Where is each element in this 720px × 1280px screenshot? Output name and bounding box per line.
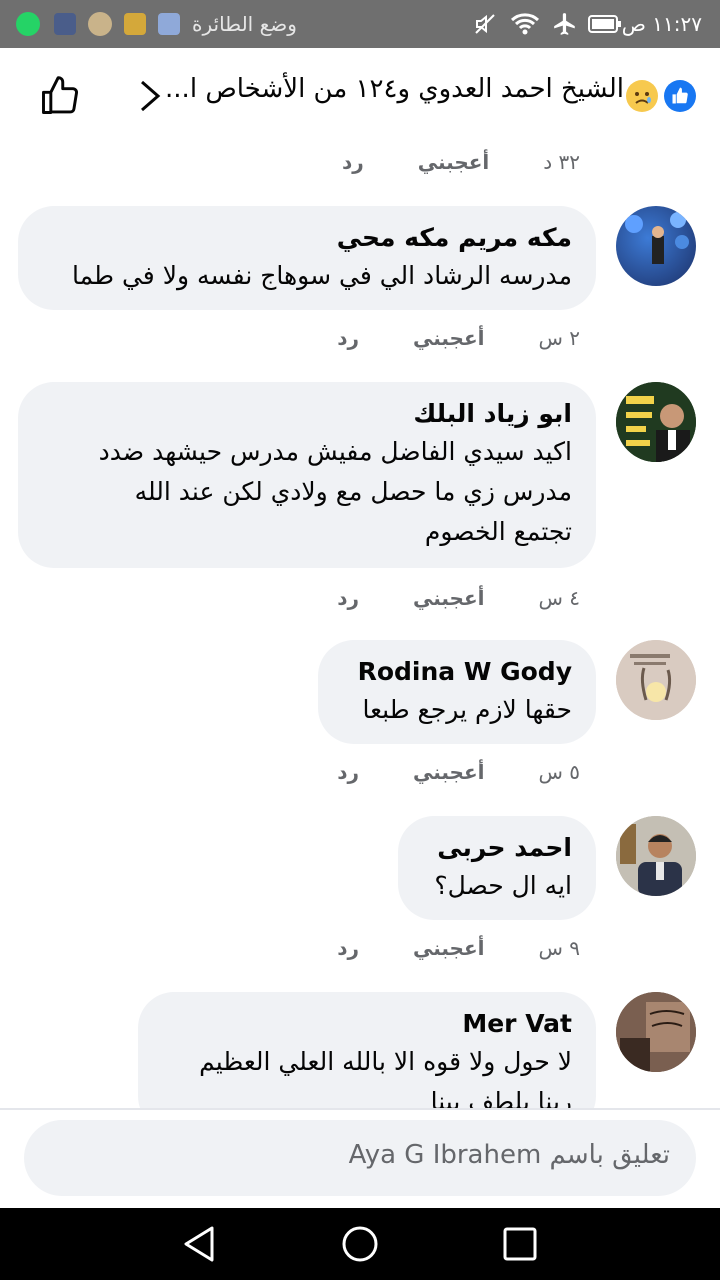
- reply-button[interactable]: رد: [337, 326, 359, 350]
- navigation-bar: [0, 1208, 720, 1280]
- status-right: ١١:٢٧ ص: [462, 0, 720, 48]
- comment-meta: ٩ س أعجبني رد: [337, 936, 580, 960]
- airplane-icon: [548, 7, 582, 41]
- comment-author[interactable]: Mer Vat: [162, 1006, 572, 1042]
- avatar[interactable]: [616, 382, 696, 462]
- comment-author[interactable]: Rodina W Gody: [342, 654, 572, 690]
- like-reaction-icon: [664, 80, 696, 112]
- svg-text:15: 15: [616, 253, 620, 278]
- avatar[interactable]: [616, 816, 696, 896]
- mute-icon: [468, 7, 502, 41]
- comment-bubble[interactable]: ابو زياد البلك اكيد سيدي الفاضل مفيش مدر…: [18, 382, 596, 568]
- contact-icon: [88, 12, 112, 36]
- comment-author[interactable]: ابو زياد البلك: [42, 396, 572, 432]
- reply-button[interactable]: رد: [342, 150, 364, 174]
- like-button[interactable]: أعجبني: [418, 150, 490, 174]
- like-button[interactable]: أعجبني: [413, 936, 485, 960]
- comment-text: حقها لازم يرجع طبعا: [362, 695, 572, 724]
- avatar[interactable]: 15: [616, 206, 696, 286]
- chevron-right-icon[interactable]: [136, 78, 164, 114]
- message-icon: [124, 13, 146, 35]
- comment-input-placeholder: تعليق باسم Aya G Ibrahem: [348, 1140, 670, 1170]
- comment-bubble[interactable]: احمد حربى ايه ال حصل؟: [398, 816, 596, 920]
- home-circle-icon[interactable]: [340, 1224, 380, 1264]
- comment-input[interactable]: تعليق باسم Aya G Ibrahem: [24, 1120, 696, 1196]
- like-button[interactable]: أعجبني: [413, 760, 485, 784]
- comment-text: لا حول ولا قوه الا بالله العلي العظيم: [199, 1047, 572, 1076]
- comment-text: مدرسه الرشاد الي في سوهاج نفسه ولا في طم…: [72, 261, 572, 290]
- comment-time: ٩ س: [538, 936, 580, 960]
- comment-bubble[interactable]: Rodina W Gody حقها لازم يرجع طبعا: [318, 640, 596, 744]
- divider: [0, 1108, 720, 1110]
- comment-text: مدرس زي ما حصل مع ولادي لكن عند الله: [134, 477, 572, 506]
- sad-reaction-icon: [626, 80, 658, 112]
- comment-item: ابو زياد البلك اكيد سيدي الفاضل مفيش مدر…: [18, 382, 696, 568]
- avatar[interactable]: [616, 640, 696, 720]
- wifi-icon: [508, 7, 542, 41]
- comment-meta: ٣٢ د أعجبني رد: [342, 150, 580, 174]
- comment-time: ٥ س: [538, 760, 580, 784]
- gallery-icon: [54, 13, 76, 35]
- like-button[interactable]: أعجبني: [413, 586, 485, 610]
- comment-item: Mer Vat لا حول ولا قوه الا بالله العلي ا…: [138, 992, 696, 1108]
- airplane-mode-text: وضع الطائرة: [192, 12, 297, 36]
- thumbs-up-icon[interactable]: [38, 74, 82, 118]
- comment-item: 15 مكه مريم مكه محي مدرسه الرشاد الي في …: [18, 206, 696, 310]
- comment-text: تجتمع الخصوم: [424, 517, 572, 546]
- reply-button[interactable]: رد: [337, 936, 359, 960]
- comment-meta: ٥ س أعجبني رد: [337, 760, 580, 784]
- comment-author[interactable]: احمد حربى: [422, 830, 572, 866]
- comment-text: ربنا يلطف بينا: [430, 1087, 572, 1108]
- whatsapp-icon: [16, 12, 40, 36]
- battery-icon: [587, 7, 622, 41]
- back-triangle-icon[interactable]: [180, 1224, 220, 1264]
- comment-item: احمد حربى ايه ال حصل؟: [398, 816, 696, 920]
- like-button[interactable]: أعجبني: [413, 326, 485, 350]
- post-header: الشيخ احمد العدوي و١٢٤ من الأشخاص ا...: [0, 48, 720, 144]
- comment-author[interactable]: مكه مريم مكه محي: [42, 220, 572, 256]
- comment-time: ٣٢ د: [543, 150, 580, 174]
- comment-bubble[interactable]: Mer Vat لا حول ولا قوه الا بالله العلي ا…: [138, 992, 596, 1108]
- comment-text: ايه ال حصل؟: [434, 871, 572, 900]
- reply-button[interactable]: رد: [337, 586, 359, 610]
- reply-button[interactable]: رد: [337, 760, 359, 784]
- comment-meta: ٢ س أعجبني رد: [337, 326, 580, 350]
- comments-feed[interactable]: ٣٢ د أعجبني رد 15 مكه مريم مكه محي مدرسه…: [0, 144, 720, 1108]
- comment-time: ٤ س: [538, 586, 580, 610]
- comment-meta: ٤ س أعجبني رد: [337, 586, 580, 610]
- status-time: ١١:٢٧ ص: [621, 12, 702, 36]
- status-bar: ١١:٢٧ ص وضع الطائرة: [0, 0, 720, 48]
- comment-item: Rodina W Gody حقها لازم يرجع طبعا: [318, 640, 696, 744]
- status-left: وضع الطائرة: [16, 0, 311, 48]
- comment-bubble[interactable]: مكه مريم مكه محي مدرسه الرشاد الي في سوه…: [18, 206, 596, 310]
- reactions-title[interactable]: الشيخ احمد العدوي و١٢٤ من الأشخاص ا...: [165, 74, 624, 104]
- recents-square-icon[interactable]: [500, 1224, 540, 1264]
- comment-time: ٢ س: [538, 326, 580, 350]
- avatar[interactable]: [616, 992, 696, 1072]
- health-icon: [158, 13, 180, 35]
- comment-text: اكيد سيدي الفاضل مفيش مدرس حيشهد ضدد: [98, 437, 572, 466]
